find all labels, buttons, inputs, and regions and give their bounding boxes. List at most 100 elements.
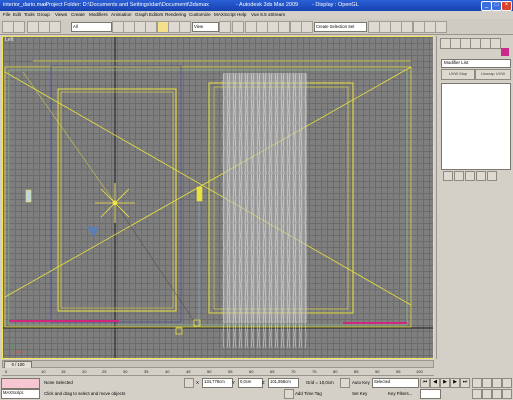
time-tag-icon[interactable] xyxy=(284,389,294,399)
utilities-tab-icon[interactable] xyxy=(490,38,501,49)
zoom-all-icon[interactable] xyxy=(482,378,492,388)
menu-tools[interactable]: Tools xyxy=(24,12,35,17)
time-slider[interactable]: 0 / 100 xyxy=(2,360,434,369)
viewport-label[interactable]: Left xyxy=(5,37,13,43)
menu-animation[interactable]: Animation xyxy=(111,12,131,17)
light-icon xyxy=(95,183,135,223)
next-frame-icon[interactable]: ▶ xyxy=(450,378,460,388)
menu-modifiers[interactable]: Modifiers xyxy=(89,12,108,17)
key-filters-button[interactable]: Key Filters... xyxy=(388,391,412,396)
add-time-tag[interactable]: Add Time Tag xyxy=(295,391,322,396)
tick-label: 20 xyxy=(82,369,87,374)
current-frame-field[interactable] xyxy=(420,389,441,399)
lock-selection-icon[interactable] xyxy=(184,378,194,388)
maxscript-listener[interactable] xyxy=(1,378,40,389)
maxscript-mini-listener[interactable]: MAXScript. xyxy=(1,389,40,399)
menu-create[interactable]: Create xyxy=(71,12,85,17)
play-icon[interactable]: ▶ xyxy=(440,378,450,388)
menu-customize[interactable]: Customize xyxy=(189,12,211,17)
quick-render-icon[interactable] xyxy=(435,21,447,33)
bind-space-warp-icon[interactable] xyxy=(49,21,61,33)
show-end-result-icon[interactable] xyxy=(454,171,464,181)
unwrap-uvw-button[interactable]: Unwrap UVW xyxy=(475,69,511,80)
close-button[interactable]: × xyxy=(501,1,512,11)
material-editor-icon[interactable] xyxy=(401,21,413,33)
tick-label: 70 xyxy=(291,369,296,374)
manipulate-icon[interactable] xyxy=(232,21,244,33)
door-panel-inner xyxy=(60,91,174,309)
tick-label: 40 xyxy=(165,369,170,374)
menu-file[interactable]: File xyxy=(3,12,10,17)
menu-bar: File Edit Tools Group Views Create Modif… xyxy=(0,11,513,19)
mirror-icon[interactable] xyxy=(301,21,313,33)
orbit-icon[interactable] xyxy=(492,389,502,399)
remove-modifier-icon[interactable] xyxy=(476,171,486,181)
window-file-name: interior_dario.max xyxy=(3,2,48,8)
tick-label: 80 xyxy=(333,369,338,374)
tick-label: 60 xyxy=(249,369,254,374)
key-mode-dropdown[interactable]: Selected xyxy=(372,378,419,388)
menu-views[interactable]: Views xyxy=(55,12,67,17)
window-display-mode: - Display : OpenGL xyxy=(312,2,359,8)
curtain-mesh xyxy=(222,72,307,349)
zoom-extents-icon[interactable] xyxy=(492,378,502,388)
axis-tripod-icon xyxy=(12,342,23,353)
select-and-scale-icon[interactable] xyxy=(179,21,191,33)
status-bar: MAXScript. None Selected Click and drag … xyxy=(0,376,513,400)
menu-rendering[interactable]: Rendering xyxy=(165,12,186,17)
menu-help[interactable]: Help xyxy=(237,12,246,17)
pan-icon[interactable] xyxy=(482,389,492,399)
go-to-start-icon[interactable]: ⏮ xyxy=(420,378,430,388)
modifier-stack[interactable] xyxy=(441,83,511,170)
main-toolbar: All View Create Selection Set xyxy=(0,19,513,35)
window-crossing-icon[interactable] xyxy=(145,21,157,33)
y-coordinate-field[interactable]: 0,0cm xyxy=(238,378,263,388)
wall-lamp-right xyxy=(196,186,203,202)
tick-label: 45 xyxy=(186,369,191,374)
spinner-snap-icon[interactable] xyxy=(278,21,290,33)
tick-label: 100 xyxy=(416,369,423,374)
helper-box-a xyxy=(175,327,183,335)
tick-label: 75 xyxy=(312,369,317,374)
named-selection-sets-dropdown[interactable]: Create Selection Set xyxy=(314,22,367,32)
configure-modifier-sets-icon[interactable] xyxy=(487,171,497,181)
go-to-end-icon[interactable]: ⏭ xyxy=(460,378,470,388)
selection-filter-dropdown[interactable]: All xyxy=(71,22,112,32)
tick-label: 10 xyxy=(41,369,46,374)
command-panel: Modifier List UVW Map Unwrap UVW xyxy=(436,36,513,359)
z-label: Z xyxy=(262,380,265,385)
set-key-button[interactable]: Set Key xyxy=(352,391,367,396)
door-frame xyxy=(50,65,182,323)
zoom-icon[interactable] xyxy=(472,378,482,388)
track-bar[interactable]: 0 10 15 20 25 30 35 40 45 50 55 60 65 70… xyxy=(2,368,434,376)
tick-label: 0 xyxy=(5,369,8,374)
reference-coordinate-dropdown[interactable]: View xyxy=(192,22,219,32)
x-label: X xyxy=(196,380,199,385)
modifier-list-dropdown[interactable]: Modifier List xyxy=(441,59,511,68)
key-icon[interactable] xyxy=(340,378,350,388)
tick-label: 35 xyxy=(144,369,149,374)
make-unique-icon[interactable] xyxy=(465,171,475,181)
previous-frame-icon[interactable]: ◀ xyxy=(430,378,440,388)
menu-edit[interactable]: Edit xyxy=(13,12,21,17)
menu-vue-xstream[interactable]: Vue 8.5 xStream xyxy=(251,12,285,17)
tick-label: 85 xyxy=(354,369,359,374)
object-color-swatch[interactable] xyxy=(501,48,509,56)
auto-key-button[interactable]: Auto Key xyxy=(352,380,370,385)
menu-maxscript[interactable]: MAXScript xyxy=(214,12,236,17)
title-bar: interior_dario.max - Project Folder: D:\… xyxy=(0,0,513,11)
viewport-left[interactable] xyxy=(2,36,434,359)
pin-stack-icon[interactable] xyxy=(443,171,453,181)
uvw-map-button[interactable]: UVW Map xyxy=(441,69,475,80)
window-project-folder: - Project Folder: D:\Documents and Setti… xyxy=(42,2,209,8)
zoom-extents-all-icon[interactable] xyxy=(502,378,512,388)
pivot-center-icon[interactable] xyxy=(219,21,231,33)
z-coordinate-field[interactable]: 101,858cm xyxy=(268,378,299,388)
redo-icon[interactable] xyxy=(13,21,25,33)
x-coordinate-field[interactable]: 134,778cm xyxy=(202,378,233,388)
field-of-view-icon[interactable] xyxy=(472,389,482,399)
target-marker xyxy=(86,227,98,237)
menu-group[interactable]: Group xyxy=(37,12,50,17)
maximize-viewport-icon[interactable] xyxy=(502,389,512,399)
menu-graph-editors[interactable]: Graph Editors xyxy=(135,12,163,17)
